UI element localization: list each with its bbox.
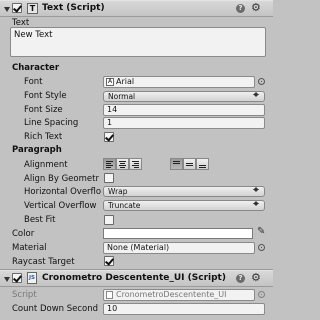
text-area[interactable]: New Text <box>10 27 266 57</box>
script-asset-icon <box>106 291 113 299</box>
gear-icon[interactable]: ⚙ <box>251 271 261 284</box>
font-style-label: Font Style <box>24 91 67 101</box>
count-down-value: 10 <box>107 304 118 313</box>
raycast-target-checkbox[interactable] <box>104 256 114 266</box>
script-picker-icon <box>258 291 265 298</box>
color-swatch[interactable] <box>103 228 253 239</box>
vertical-overflow-dropdown[interactable]: Truncate <box>103 200 265 211</box>
text-component-title: Text (Script) <box>42 3 105 13</box>
line-spacing-field[interactable]: 1 <box>103 117 265 129</box>
line-spacing-value: 1 <box>107 118 113 127</box>
rich-text-checkbox[interactable] <box>104 132 114 142</box>
line-spacing-label: Line Spacing <box>24 118 79 128</box>
count-down-field[interactable]: 10 <box>103 303 265 315</box>
horizontal-overflow-label: Horizontal Overflo <box>24 187 102 197</box>
text-area-value: New Text <box>14 30 53 40</box>
script-field: CronometroDescentente_UI <box>103 289 255 301</box>
script-component-title: Cronometro Descentente_UI (Script) <box>42 273 226 283</box>
material-value: None (Material) <box>107 243 170 252</box>
font-asset-icon: A <box>106 78 114 86</box>
horizontal-overflow-dropdown[interactable]: Wrap <box>103 186 265 197</box>
align-right-button[interactable] <box>129 158 142 170</box>
text-component-header[interactable]: T Text (Script) ? ⚙ <box>0 0 273 17</box>
color-label: Color <box>12 229 35 239</box>
script-component-enabled-checkbox[interactable] <box>12 273 22 283</box>
align-by-geometry-label: Align By Geometr <box>24 174 99 184</box>
vertical-overflow-label: Vertical Overflow <box>24 201 97 211</box>
font-size-field[interactable]: 14 <box>103 104 265 116</box>
font-style-value: Normal <box>108 92 136 101</box>
horizontal-overflow-value: Wrap <box>108 187 128 196</box>
gear-icon[interactable]: ⚙ <box>251 1 261 14</box>
material-field[interactable]: None (Material) <box>103 242 255 254</box>
object-picker-icon[interactable] <box>258 78 265 85</box>
eyedropper-icon[interactable]: ✎ <box>257 226 265 237</box>
material-picker-icon[interactable] <box>258 244 265 251</box>
count-down-label: Count Down Second <box>12 304 99 314</box>
script-field-value: CronometroDescentente_UI <box>116 290 227 299</box>
fold-arrow-icon[interactable] <box>4 7 10 12</box>
alignment-controls <box>103 158 213 170</box>
align-center-button[interactable] <box>116 158 129 170</box>
rich-text-label: Rich Text <box>24 132 63 142</box>
font-field-value: Arial <box>116 77 135 86</box>
align-left-button[interactable] <box>103 158 116 170</box>
help-icon[interactable]: ? <box>236 274 245 283</box>
help-icon[interactable]: ? <box>236 4 245 13</box>
text-component-icon: T <box>27 3 38 14</box>
best-fit-checkbox[interactable] <box>104 215 114 225</box>
fold-arrow-icon[interactable] <box>4 277 10 282</box>
paragraph-section-header: Paragraph <box>12 145 62 155</box>
material-label: Material <box>12 243 47 253</box>
script-component-header[interactable]: JS Cronometro Descentente_UI (Script) ? … <box>0 270 273 287</box>
character-section-header: Character <box>12 63 60 73</box>
alignment-label: Alignment <box>24 160 68 170</box>
align-top-button[interactable] <box>170 158 183 170</box>
script-label: Script <box>12 290 37 300</box>
text-component-enabled-checkbox[interactable] <box>12 3 22 13</box>
align-middle-button[interactable] <box>183 158 196 170</box>
script-file-icon: JS <box>27 272 37 284</box>
raycast-target-label: Raycast Target <box>12 257 75 267</box>
vertical-overflow-value: Truncate <box>108 201 141 210</box>
font-size-label: Font Size <box>24 105 63 115</box>
align-bottom-button[interactable] <box>196 158 209 170</box>
best-fit-label: Best Fit <box>24 215 56 225</box>
align-by-geometry-checkbox[interactable] <box>104 173 114 183</box>
font-field[interactable]: A Arial <box>103 76 255 88</box>
font-size-value: 14 <box>107 105 118 114</box>
font-style-dropdown[interactable]: Normal <box>103 91 265 102</box>
font-label: Font <box>24 77 43 87</box>
